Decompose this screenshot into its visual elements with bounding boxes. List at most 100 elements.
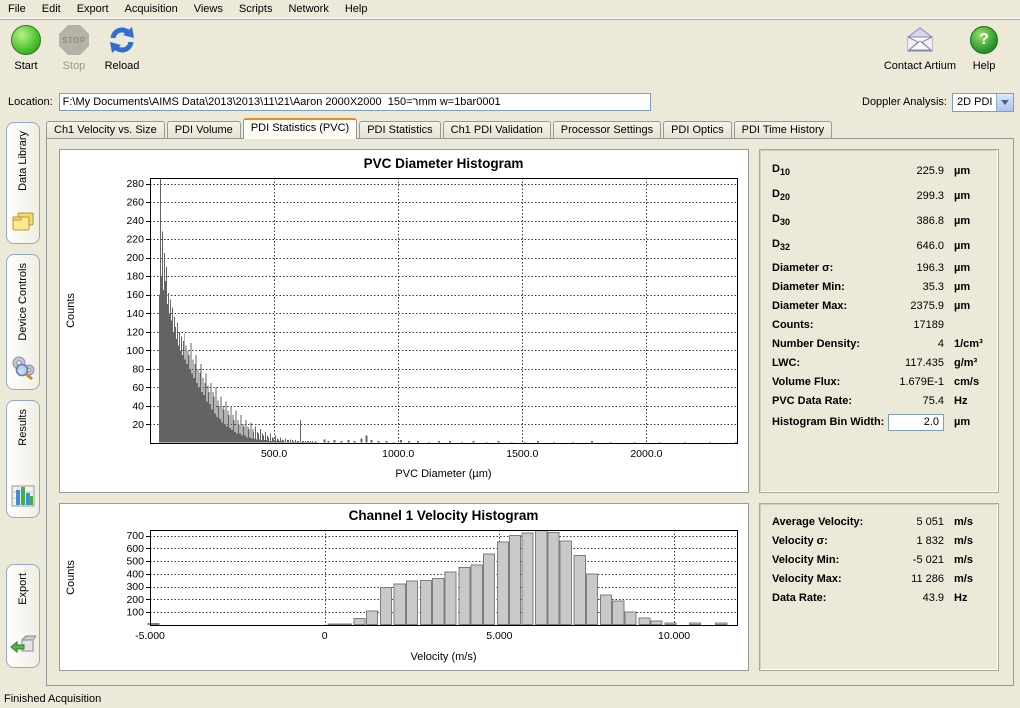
svg-text:160: 160 xyxy=(126,289,144,301)
menu-item-views[interactable]: Views xyxy=(186,1,231,17)
stat-value: 386.8 xyxy=(882,215,944,227)
stop-button[interactable]: STOP Stop xyxy=(54,23,94,72)
tab-pdi-optics[interactable]: PDI Optics xyxy=(663,121,732,139)
help-icon: ? xyxy=(970,26,998,54)
stat-value: 43.9 xyxy=(882,592,944,604)
stat-value: 17189 xyxy=(882,319,944,331)
velocity-stat-row: Average Velocity:5 051m/s xyxy=(772,512,988,531)
svg-text:-5.000: -5.000 xyxy=(135,630,165,642)
pvc-stat-row: D10225.9µm xyxy=(772,158,988,183)
tab-pdi-statistics-pvc-[interactable]: PDI Statistics (PVC) xyxy=(243,118,357,139)
sidebar-item-label: Results xyxy=(17,409,29,446)
svg-text:1000.0: 1000.0 xyxy=(382,448,414,460)
stat-label: Average Velocity: xyxy=(772,516,882,528)
tab-pdi-time-history[interactable]: PDI Time History xyxy=(734,121,833,139)
folders-icon xyxy=(10,210,36,237)
svg-text:120: 120 xyxy=(126,326,144,338)
stat-label: D10 xyxy=(772,163,882,177)
pvc-stat-row: Counts:17189 xyxy=(772,315,988,334)
svg-text:500: 500 xyxy=(126,556,144,568)
stat-value: 1 832 xyxy=(882,535,944,547)
sidebar-item-results[interactable]: Results xyxy=(6,400,40,518)
svg-text:260: 260 xyxy=(126,197,144,209)
stat-label: Histogram Bin Width: xyxy=(772,416,888,428)
svg-text:60: 60 xyxy=(132,382,144,394)
svg-text:600: 600 xyxy=(126,543,144,555)
dropdown-button[interactable] xyxy=(996,94,1013,111)
stat-unit: m/s xyxy=(944,554,988,566)
stat-unit: µm xyxy=(944,281,988,293)
reload-button[interactable]: Reload xyxy=(102,23,142,72)
reload-icon xyxy=(105,23,139,57)
stat-label: Number Density: xyxy=(772,338,882,350)
doppler-analysis-select[interactable]: 2D PDI xyxy=(952,93,1014,112)
stat-unit: µm xyxy=(944,262,988,274)
stat-label: Diameter σ: xyxy=(772,262,882,274)
svg-text:Channel 1 Velocity Histogram: Channel 1 Velocity Histogram xyxy=(349,508,539,523)
svg-text:2000.0: 2000.0 xyxy=(630,448,662,460)
stat-unit: µm xyxy=(944,240,988,252)
svg-text:180: 180 xyxy=(126,271,144,283)
histogram-bin-width-input[interactable] xyxy=(888,414,944,431)
start-button[interactable]: Start xyxy=(6,23,46,72)
contact-artium-button[interactable]: Contact Artium xyxy=(884,23,956,72)
pvc-stat-row: Diameter σ:196.3µm xyxy=(772,258,988,277)
reload-button-label: Reload xyxy=(105,60,140,72)
stat-unit: µm xyxy=(944,190,988,202)
tab-processor-settings[interactable]: Processor Settings xyxy=(553,121,661,139)
svg-text:10.000: 10.000 xyxy=(658,630,690,642)
status-bar: Finished Acquisition xyxy=(0,690,1020,708)
stat-unit: m/s xyxy=(944,573,988,585)
stat-unit: g/m³ xyxy=(944,357,988,369)
stop-icon: STOP xyxy=(59,25,89,55)
menu-item-network[interactable]: Network xyxy=(280,1,336,17)
tab-panel-pdi-statistics-pvc: PVC Diameter Histogram204060801001201401… xyxy=(46,138,1014,686)
velocity-histogram-chart: Channel 1 Velocity Histogram100200300400… xyxy=(59,503,749,671)
stat-label: Counts: xyxy=(772,319,882,331)
menu-item-file[interactable]: File xyxy=(0,1,34,17)
pvc-stat-row: D30386.8µm xyxy=(772,208,988,233)
sidebar-item-device-controls[interactable]: Device Controls xyxy=(6,254,40,390)
stat-value: 4 xyxy=(882,338,944,350)
tab-pdi-statistics[interactable]: PDI Statistics xyxy=(359,121,440,139)
svg-text:100: 100 xyxy=(126,345,144,357)
location-input[interactable] xyxy=(59,93,651,111)
sidebar-item-label: Device Controls xyxy=(17,263,29,341)
pvc-stat-row: LWC:117.435g/m³ xyxy=(772,353,988,372)
menu-item-acquisition[interactable]: Acquisition xyxy=(117,1,186,17)
pvc-stat-row: Diameter Max:2375.9µm xyxy=(772,296,988,315)
menu-item-help[interactable]: Help xyxy=(337,1,376,17)
velocity-stat-row: Velocity Max:11 286m/s xyxy=(772,569,988,588)
status-text: Finished Acquisition xyxy=(4,693,101,705)
stat-label: Velocity Min: xyxy=(772,554,882,566)
stat-unit: Hz xyxy=(944,592,988,604)
start-icon xyxy=(11,25,41,55)
stat-unit: m/s xyxy=(944,516,988,528)
stat-label: LWC: xyxy=(772,357,882,369)
tab-pdi-volume[interactable]: PDI Volume xyxy=(167,121,241,139)
pvc-diameter-histogram-svg: PVC Diameter Histogram204060801001201401… xyxy=(60,150,748,492)
stat-unit: µm xyxy=(944,165,988,177)
pvc-stat-row: Volume Flux:1.679E-1cm/s xyxy=(772,372,988,391)
svg-text:0: 0 xyxy=(322,630,328,642)
svg-text:PVC Diameter Histogram: PVC Diameter Histogram xyxy=(364,156,524,171)
tab-ch1-velocity-vs-size[interactable]: Ch1 Velocity vs. Size xyxy=(46,121,165,139)
stat-value: 646.0 xyxy=(882,240,944,252)
tab-ch1-pdi-validation[interactable]: Ch1 PDI Validation xyxy=(443,121,551,139)
menu-item-export[interactable]: Export xyxy=(69,1,117,17)
svg-text:200: 200 xyxy=(126,594,144,606)
help-button-label: Help xyxy=(973,60,996,72)
sidebar-item-label: Data Library xyxy=(17,131,29,191)
pvc-stat-row: Diameter Min:35.3µm xyxy=(772,277,988,296)
stat-unit: µm xyxy=(944,300,988,312)
pvc-stat-row: Number Density:41/cm³ xyxy=(772,334,988,353)
stat-value: 225.9 xyxy=(882,165,944,177)
svg-text:Counts: Counts xyxy=(65,293,77,328)
help-button[interactable]: ? Help xyxy=(964,23,1004,72)
stat-label: Velocity σ: xyxy=(772,535,882,547)
sidebar-item-data-library[interactable]: Data Library xyxy=(6,122,40,244)
menu-item-scripts[interactable]: Scripts xyxy=(231,1,281,17)
stat-value: 299.3 xyxy=(882,190,944,202)
menu-item-edit[interactable]: Edit xyxy=(34,1,69,17)
sidebar-item-export[interactable]: Export xyxy=(6,564,40,668)
